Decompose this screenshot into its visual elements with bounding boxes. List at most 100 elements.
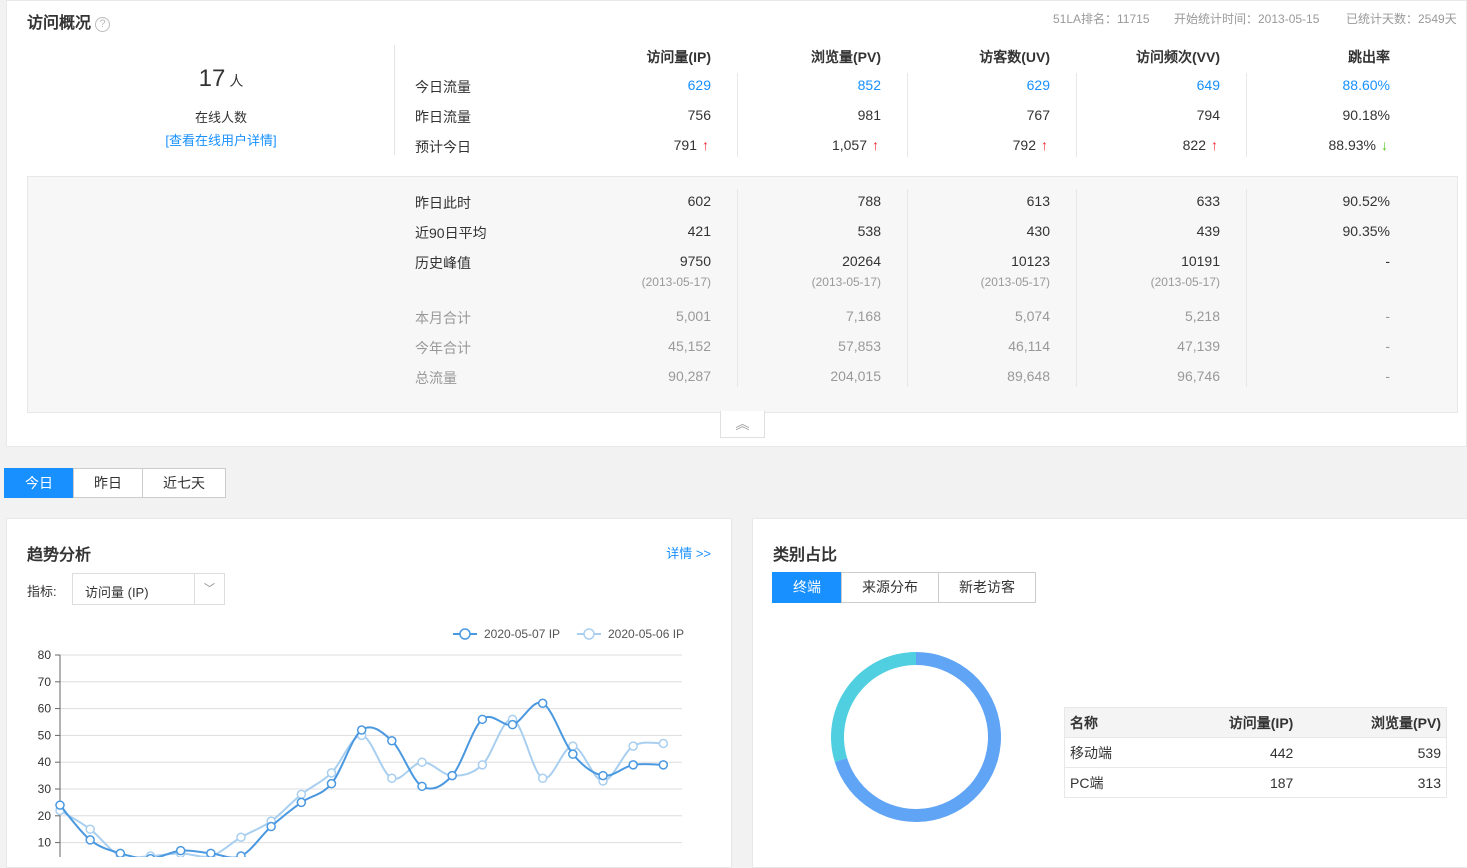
- data-point: [326, 778, 337, 789]
- stat-value: 10123: [1011, 253, 1050, 269]
- stat-value: 46,114: [1008, 338, 1050, 354]
- stat-value-text: 822: [1182, 137, 1206, 153]
- legend-label: 2020-05-07 IP: [484, 627, 560, 641]
- trend-details-link[interactable]: 详情 >>: [666, 543, 711, 562]
- row-pv: 313: [1298, 767, 1447, 798]
- overview-title: 访问概况?: [27, 9, 111, 33]
- data-point: [175, 845, 186, 856]
- arrow-down-icon: ↓: [1381, 137, 1388, 153]
- arrow-up-icon: ↑: [1211, 137, 1218, 153]
- stat-value-text: 852: [857, 77, 881, 93]
- y-tick-label: 80: [38, 648, 52, 662]
- stat-value: 90.18%: [1250, 107, 1390, 123]
- chevron-down-icon[interactable]: ﹀: [194, 574, 224, 604]
- stat-value: 5,001: [675, 308, 711, 324]
- tab-last-seven-days[interactable]: 近七天: [142, 468, 226, 498]
- stat-value-text: 792: [1012, 137, 1036, 153]
- tab-terminal[interactable]: 终端: [772, 572, 842, 603]
- data-point: [85, 835, 95, 845]
- col-name: 名称: [1064, 707, 1162, 738]
- data-point: [537, 773, 548, 784]
- stat-value: 439: [1196, 223, 1220, 239]
- data-point: [55, 800, 65, 810]
- row-label: 昨日此时: [415, 195, 471, 211]
- data-point: [417, 757, 427, 767]
- legend-swatch-marker: [459, 628, 471, 640]
- stat-value: 852: [741, 77, 881, 93]
- stat-value: 1,057: [727, 137, 867, 153]
- tab-source[interactable]: 来源分布: [841, 572, 939, 603]
- arrow-up-icon: ↑: [1041, 137, 1048, 153]
- row-label: 本月合计: [415, 310, 471, 326]
- category-card: 类别占比 终端 来源分布 新老访客 名称 访问量(IP) 浏览量(PV) 移动端…: [752, 518, 1467, 868]
- table-row: 移动端 442 539: [1064, 737, 1447, 768]
- stat-value: 89,648: [1007, 368, 1050, 384]
- data-point: [477, 714, 488, 725]
- data-point: [236, 832, 246, 842]
- stat-value: 96,746: [1177, 368, 1220, 384]
- data-point: [266, 821, 276, 832]
- collapse-button[interactable]: ︽: [720, 411, 765, 438]
- stat-value-text: 88.93%: [1328, 137, 1376, 153]
- stat-value: 57,853: [838, 338, 881, 354]
- range-tabs: 今日 昨日 近七天: [4, 468, 226, 498]
- stat-value: 794: [1080, 107, 1220, 123]
- row-label: 历史峰值: [415, 255, 471, 271]
- stat-value-text: 629: [1026, 77, 1050, 93]
- stat-value: 756: [571, 107, 711, 123]
- data-point: [387, 773, 397, 784]
- stat-value: 90.35%: [1342, 223, 1390, 239]
- stat-value: 45,152: [668, 338, 711, 354]
- stat-value: 649: [1080, 77, 1220, 93]
- column-header: 访问频次(VV): [1136, 49, 1220, 65]
- stat-value: 792: [896, 137, 1036, 153]
- stat-value: -: [1385, 253, 1390, 269]
- stat-value-text: 981: [857, 107, 881, 123]
- overview-card: 访问概况? 51LA排名：11715 开始统计时间：2013-05-15 已统计…: [6, 0, 1467, 447]
- online-count: 17: [198, 65, 226, 92]
- stat-value: 47,139: [1177, 338, 1220, 354]
- tab-today[interactable]: 今日: [4, 468, 74, 498]
- tab-new-returning[interactable]: 新老访客: [938, 572, 1036, 603]
- stat-value: 5,074: [1014, 308, 1050, 324]
- y-tick-label: 20: [38, 809, 52, 823]
- peak-date: (2013-05-17): [811, 275, 881, 289]
- stat-value: 791: [557, 137, 697, 153]
- stat-value-text: 794: [1196, 107, 1220, 123]
- stat-value-text: 88.60%: [1342, 77, 1390, 93]
- stat-value-text: 629: [687, 77, 711, 93]
- data-point: [356, 725, 367, 735]
- tab-yesterday[interactable]: 昨日: [73, 468, 143, 498]
- legend-label: 2020-05-06 IP: [608, 627, 684, 641]
- data-point: [598, 770, 608, 781]
- stat-value: 633: [1196, 193, 1220, 209]
- column-divider: [737, 189, 738, 387]
- data-point: [417, 781, 427, 792]
- data-point: [326, 768, 337, 778]
- terminal-donut-chart: [831, 652, 1001, 822]
- peak-date: (2013-05-17): [1150, 275, 1220, 289]
- col-ip: 访问量(IP): [1161, 707, 1299, 738]
- column-header: 浏览量(PV): [811, 49, 881, 65]
- table-row: PC端 187 313: [1064, 767, 1447, 798]
- stat-value: 822: [1066, 137, 1206, 153]
- data-point: [387, 736, 397, 746]
- data-point: [537, 698, 548, 708]
- overview-title-text: 访问概况: [27, 15, 92, 32]
- row-label: 预计今日: [415, 139, 471, 155]
- stat-value-text: 767: [1026, 107, 1050, 123]
- category-title: 类别占比: [773, 547, 838, 564]
- start-time-text: 开始统计时间：2013-05-15: [1174, 12, 1320, 26]
- trend-line-chart: 80 70 60 50 40 30 20 10 2020-05-07 IP 2020-05-06 …: [38, 627, 684, 857]
- double-chevron-up-icon: ︽: [735, 416, 750, 432]
- data-point: [658, 760, 669, 770]
- metric-select[interactable]: 访问量 (IP) ﹀: [72, 573, 225, 605]
- stat-value: 88.60%: [1250, 77, 1390, 93]
- row-pv: 539: [1298, 737, 1447, 768]
- online-details-link[interactable]: [查看在线用户详情]: [21, 130, 421, 149]
- row-label: 总流量: [415, 370, 457, 386]
- help-icon[interactable]: ?: [95, 17, 111, 32]
- data-point: [85, 824, 95, 834]
- arrow-up-icon: ↑: [702, 137, 709, 153]
- stat-value: 5,218: [1184, 308, 1220, 324]
